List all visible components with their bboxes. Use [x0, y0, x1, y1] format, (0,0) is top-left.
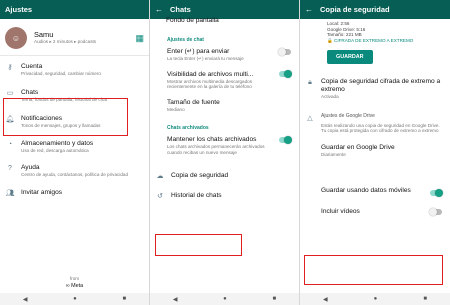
- nav-bar: ◀ ● ■: [150, 293, 299, 305]
- people-icon: 👥︎: [5, 189, 15, 197]
- item-subtitle: Activada: [321, 94, 339, 100]
- help-icon: ?: [8, 165, 12, 173]
- profile-row[interactable]: ☺ Samu Audios ▸ 2 minutos ▸ podcasts ▦: [0, 19, 149, 56]
- enter-toggle[interactable]: [278, 48, 291, 56]
- section-title: Ajustes de Google Drive: [321, 112, 375, 119]
- item-subtitle: Centro de ayuda, contáctanos, política d…: [21, 172, 128, 178]
- backup-item[interactable]: ☁ Copia de seguridad: [150, 159, 299, 185]
- drive-settings-section: △ Ajustes de Google Drive Estás realizan…: [300, 104, 450, 138]
- drive-icon: △: [307, 114, 313, 122]
- include-videos-toggle[interactable]: [429, 208, 442, 217]
- meta-logo: ∞ Meta: [65, 283, 84, 289]
- back-nav-icon[interactable]: ◀: [323, 296, 328, 303]
- media-visibility-toggle[interactable]: [279, 69, 292, 78]
- cloud-upload-icon: ☁: [156, 172, 164, 180]
- chat-history-item[interactable]: ↺ Historial de chats: [150, 185, 299, 205]
- wallpaper-item[interactable]: Fondo de pantalla: [150, 17, 299, 28]
- app-bar: ← Copia de seguridad: [300, 0, 450, 19]
- item-title: Almacenamiento y datos: [21, 139, 94, 147]
- media-visibility-item[interactable]: Visibilidad de archivos multi... Mostrar…: [150, 65, 299, 93]
- item-title: Invitar amigos: [21, 188, 63, 196]
- enter-to-send-item[interactable]: Enter (↵) para enviar La tecla Enter (↵)…: [150, 43, 299, 65]
- item-title: Ayuda: [21, 164, 40, 172]
- backup-info: Local: 2:56 Google Drive: 5:16 Tamaño: 2…: [300, 19, 450, 43]
- font-size-item[interactable]: Tamaño de fuente Mediano: [150, 93, 299, 116]
- app-bar: Ajustes: [0, 0, 149, 19]
- recents-nav-icon[interactable]: ■: [423, 296, 427, 302]
- profile-name: Samu: [34, 30, 54, 40]
- history-icon: ↺: [157, 192, 163, 200]
- item-subtitle: La tecla Enter (↵) enviará tu mensaje: [167, 56, 244, 61]
- section-chat-settings: Ajustes de chat: [167, 37, 204, 43]
- recents-nav-icon[interactable]: ■: [273, 296, 277, 302]
- item-subtitle: Mostrar archivos multimedia descargados …: [167, 78, 253, 90]
- page-title: Copia de seguridad: [320, 5, 390, 14]
- item-title: Enter (↵) para enviar: [167, 48, 230, 55]
- key-icon: ⚷: [7, 64, 13, 71]
- back-arrow-icon[interactable]: ←: [305, 5, 313, 14]
- item-subtitle: Privacidad, seguridad, cambiar número: [21, 71, 101, 76]
- storage-icon: ◔: [7, 140, 13, 148]
- item-subtitle: Uso de red, descarga automática: [21, 147, 89, 153]
- avatar[interactable]: ☺: [5, 27, 27, 49]
- settings-item-help[interactable]: ? Ayuda Centro de ayuda, contáctanos, po…: [0, 157, 149, 182]
- home-nav-icon[interactable]: ●: [374, 296, 378, 302]
- page-title: Chats: [170, 5, 191, 14]
- backup-panel: ← Copia de seguridad Local: 2:56 Google …: [300, 0, 450, 305]
- back-nav-icon[interactable]: ◀: [23, 296, 28, 303]
- lock-icon: 🔒︎: [308, 79, 312, 87]
- qr-code-icon[interactable]: ▦: [135, 33, 144, 44]
- item-title: Copia de seguridad cifrada de extremo a …: [321, 78, 441, 94]
- include-videos-item[interactable]: Incluir vídeos: [300, 198, 450, 219]
- item-title: Incluir vídeos: [321, 208, 360, 216]
- save-button[interactable]: GUARDAR: [327, 50, 373, 65]
- nav-bar: ◀ ● ■: [300, 293, 450, 305]
- item-subtitle: Los chats archivados permanecerán archiv…: [167, 144, 265, 155]
- item-title: Chats: [21, 88, 39, 96]
- item-title: Historial de chats: [171, 191, 222, 199]
- save-to-drive-item[interactable]: Guardar en Google Drive Diariamente: [300, 138, 450, 161]
- item-title: Copia de seguridad: [171, 171, 229, 179]
- item-title: Tamaño de fuente: [167, 98, 220, 106]
- item-title: Visibilidad de archivos multi...: [167, 70, 254, 78]
- home-nav-icon[interactable]: ●: [223, 296, 227, 302]
- section-archived: Chats archivados: [167, 125, 209, 132]
- back-nav-icon[interactable]: ◀: [173, 296, 178, 303]
- highlight-box: [155, 234, 242, 256]
- keep-archived-item[interactable]: Mantener los chats archivados Los chats …: [150, 131, 299, 158]
- highlight-box: [304, 255, 443, 285]
- home-nav-icon[interactable]: ●: [73, 296, 77, 302]
- profile-status: Audios ▸ 2 minutos ▸ podcasts: [34, 39, 97, 45]
- meta-footer: from ∞ Meta: [0, 276, 149, 290]
- item-title: Mantener los chats archivados: [167, 136, 257, 144]
- item-title: Fondo de pantalla: [166, 17, 219, 24]
- highlight-box: [3, 98, 128, 136]
- item-title: Guardar en Google Drive: [321, 143, 395, 151]
- back-arrow-icon[interactable]: ←: [155, 5, 163, 14]
- encryption-status: 🔒 CIFRADA DE EXTREMO A EXTREMO: [327, 37, 414, 43]
- e2e-backup-item[interactable]: 🔒︎ Copia de seguridad cifrada de extremo…: [300, 64, 450, 104]
- chats-panel: ← Chats Fondo de pantalla Ajustes de cha…: [150, 0, 300, 305]
- item-title: Guardar usando datos móviles: [321, 187, 411, 195]
- settings-item-storage[interactable]: ◔ Almacenamiento y datos Uso de red, des…: [0, 133, 149, 158]
- item-title: Cuenta: [21, 63, 43, 70]
- mobile-data-toggle[interactable]: [430, 189, 443, 198]
- recents-nav-icon[interactable]: ■: [123, 296, 127, 302]
- settings-item-account[interactable]: ⚷ Cuenta Privacidad, seguridad, cambiar …: [0, 56, 149, 81]
- page-title: Ajustes: [5, 5, 33, 14]
- settings-item-invite[interactable]: 👥︎ Invitar amigos: [0, 182, 149, 202]
- keep-archived-toggle[interactable]: [279, 136, 292, 145]
- chat-icon: ▭: [6, 89, 14, 97]
- item-subtitle: Mediano: [167, 106, 185, 112]
- nav-bar: ◀ ● ■: [0, 293, 149, 305]
- item-subtitle: Diariamente: [321, 151, 346, 157]
- settings-panel: Ajustes ☺ Samu Audios ▸ 2 minutos ▸ podc…: [0, 0, 150, 305]
- mobile-data-item[interactable]: Guardar usando datos móviles: [300, 160, 450, 198]
- drive-description: Estás realizando una copia de seguridad …: [321, 122, 440, 134]
